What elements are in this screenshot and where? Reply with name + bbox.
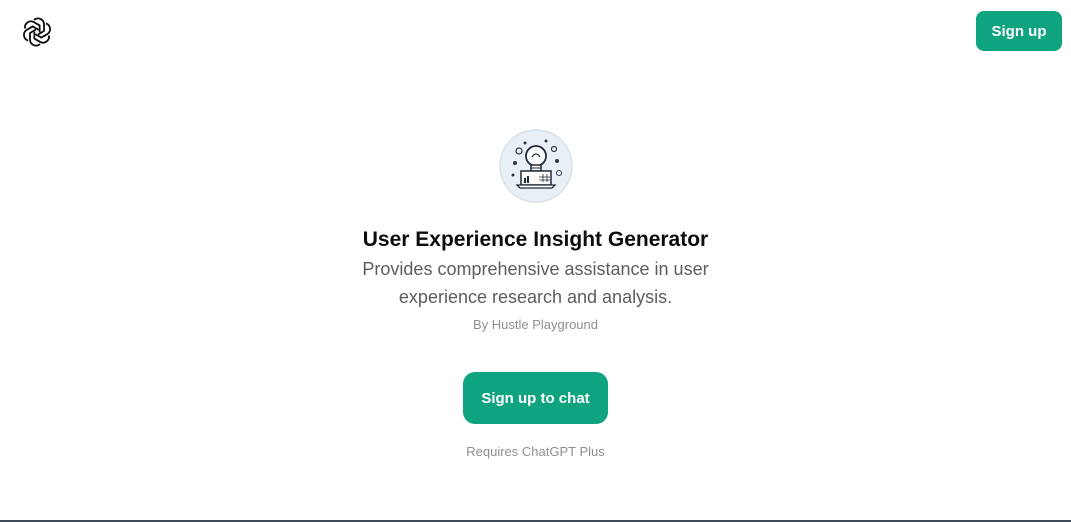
gpt-title: User Experience Insight Generator	[362, 228, 709, 251]
gpt-info: User Experience Insight Generator Provid…	[0, 129, 1071, 461]
page: Sign up User Experience Insight Generato…	[0, 0, 1071, 522]
gpt-author: By Hustle Playground	[472, 317, 598, 332]
openai-logo-icon[interactable]	[20, 15, 54, 49]
lightbulb-laptop-icon	[498, 129, 573, 203]
requirement-note: Requires ChatGPT Plus	[466, 444, 605, 459]
signup-to-chat-button[interactable]: Sign up to chat	[463, 372, 608, 424]
gpt-description: Provides comprehensive assistance in use…	[362, 259, 709, 307]
signup-button[interactable]: Sign up	[976, 11, 1062, 51]
